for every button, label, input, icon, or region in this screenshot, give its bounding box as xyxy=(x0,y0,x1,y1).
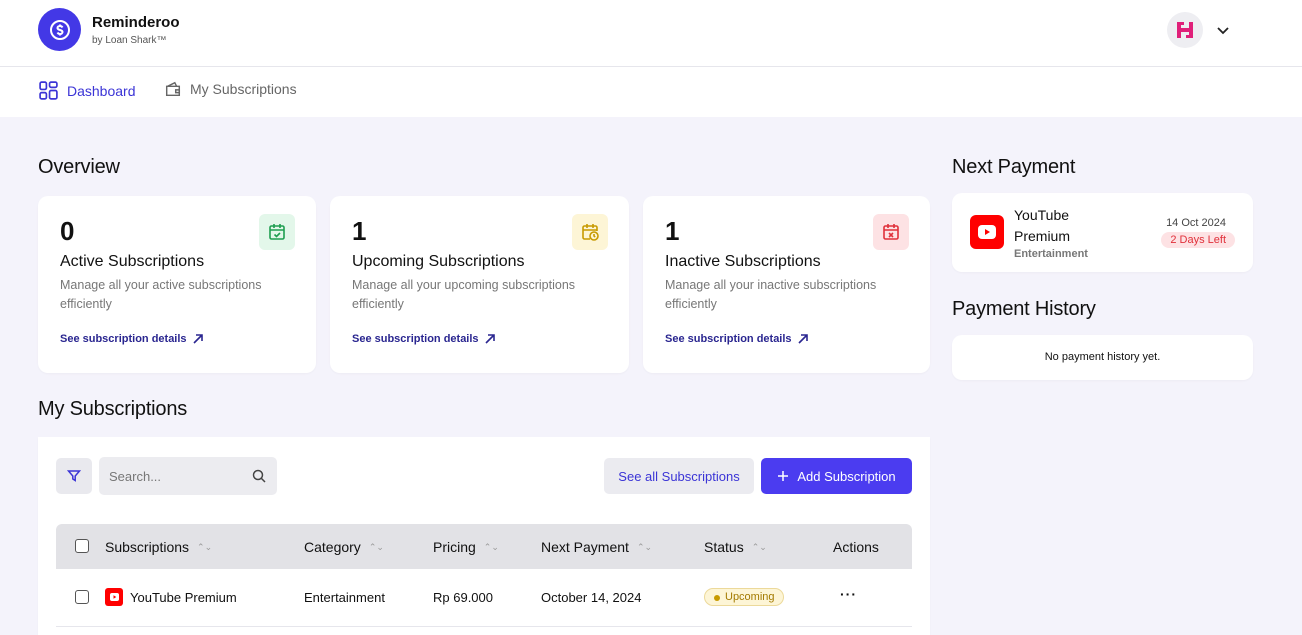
overview-card-active: 0 Active Subscriptions Manage all your a… xyxy=(38,196,316,373)
see-all-label: See all Subscriptions xyxy=(618,468,740,484)
column-header-next-payment[interactable]: Next Payment ⌃⌄ xyxy=(541,539,652,555)
next-payment-name: YouTube Premium xyxy=(1014,205,1070,247)
app-logo-icon[interactable] xyxy=(38,8,81,51)
overview-title: Overview xyxy=(38,156,120,178)
upcoming-details-link-label: See subscription details xyxy=(352,333,479,345)
inactive-count: 1 xyxy=(665,216,680,246)
app-name: Reminderoo xyxy=(92,14,180,31)
inactive-title: Inactive Subscriptions xyxy=(665,253,821,270)
next-payment-date: 14 Oct 2024 xyxy=(1166,217,1226,229)
active-count: 0 xyxy=(60,216,75,246)
cell-pricing: Rp 69.000 xyxy=(433,590,493,605)
youtube-icon xyxy=(970,215,1004,249)
next-payment-name-line1: YouTube xyxy=(1014,207,1070,223)
app-tagline: by Loan Shark™ xyxy=(92,35,167,46)
youtube-icon xyxy=(105,588,123,606)
sort-icon: ⌃⌄ xyxy=(751,541,767,552)
table-header: Subscriptions ⌃⌄ Category ⌃⌄ Pricing ⌃⌄ Nex… xyxy=(56,524,912,569)
active-title: Active Subscriptions xyxy=(60,253,205,270)
upcoming-details-link[interactable]: See subscription details xyxy=(352,333,496,345)
active-details-link-label: See subscription details xyxy=(60,333,187,345)
search-icon[interactable] xyxy=(252,469,266,483)
cell-next-payment: October 14, 2024 xyxy=(541,590,642,605)
add-subscription-label: Add Subscription xyxy=(797,468,896,484)
dashboard-grid-icon xyxy=(39,81,58,100)
calendar-clock-icon xyxy=(572,214,608,250)
my-subscriptions-title: My Subscriptions xyxy=(38,398,188,420)
row-actions-more-icon[interactable]: ··· xyxy=(840,586,857,602)
see-all-subscriptions-button[interactable]: See all Subscriptions xyxy=(604,458,754,494)
status-badge: Upcoming xyxy=(704,588,784,606)
calendar-x-icon xyxy=(873,214,909,250)
add-subscription-button[interactable]: Add Subscription xyxy=(761,458,912,494)
days-left-badge: 2 Days Left xyxy=(1161,232,1235,248)
nav-label-my-subscriptions: My Subscriptions xyxy=(190,81,297,97)
user-avatar-icon xyxy=(1177,22,1193,38)
nav-label-dashboard: Dashboard xyxy=(67,82,136,99)
inactive-desc: Manage all your inactive subscriptions e… xyxy=(665,278,877,311)
active-details-link[interactable]: See subscription details xyxy=(60,333,204,345)
arrow-up-right-icon xyxy=(484,334,495,344)
column-header-category[interactable]: Category ⌃⌄ xyxy=(304,539,384,555)
next-payment-title: Next Payment xyxy=(952,156,1076,178)
avatar[interactable] xyxy=(1167,12,1203,48)
column-header-subscriptions[interactable]: Subscriptions ⌃⌄ xyxy=(105,539,212,555)
payment-history-title: Payment History xyxy=(952,298,1096,320)
row-checkbox[interactable] xyxy=(75,590,89,604)
column-label-pricing: Pricing xyxy=(433,539,476,555)
cell-subscription-name: YouTube Premium xyxy=(130,590,237,605)
top-bar: Reminderoo by Loan Shark™ xyxy=(0,0,1302,67)
column-label-status: Status xyxy=(704,539,744,555)
upcoming-count: 1 xyxy=(352,216,367,246)
chevron-down-icon[interactable] xyxy=(1215,22,1231,38)
payment-history-card: No payment history yet. xyxy=(952,335,1253,380)
inactive-details-link[interactable]: See subscription details xyxy=(665,333,809,345)
upcoming-title: Upcoming Subscriptions xyxy=(352,253,525,270)
sort-icon: ⌃⌄ xyxy=(636,541,653,552)
sort-icon: ⌃⌄ xyxy=(368,541,384,552)
column-header-status[interactable]: Status ⌃⌄ xyxy=(704,539,767,555)
active-desc: Manage all your active subscriptions eff… xyxy=(60,278,262,311)
upcoming-desc: Manage all your upcoming subscriptions e… xyxy=(352,278,576,311)
overview-card-upcoming: 1 Upcoming Subscriptions Manage all your… xyxy=(330,196,629,373)
cell-category: Entertainment xyxy=(304,590,385,605)
column-label-next-payment: Next Payment xyxy=(541,539,629,555)
next-payment-category: Entertainment xyxy=(1014,248,1088,260)
arrow-up-right-icon xyxy=(797,334,808,344)
column-label-category: Category xyxy=(304,539,361,555)
sort-icon: ⌃⌄ xyxy=(197,541,213,552)
payment-history-empty: No payment history yet. xyxy=(1044,351,1161,363)
column-label-subscriptions: Subscriptions xyxy=(105,539,190,555)
nav-item-my-subscriptions[interactable]: My Subscriptions xyxy=(164,80,297,98)
column-label-actions: Actions xyxy=(833,539,879,555)
overview-card-inactive: 1 Inactive Subscriptions Manage all your… xyxy=(643,196,930,373)
filter-button[interactable] xyxy=(56,458,92,494)
arrow-up-right-icon xyxy=(192,334,203,344)
filter-icon xyxy=(67,470,81,482)
column-header-pricing[interactable]: Pricing ⌃⌄ xyxy=(433,539,499,555)
next-payment-card[interactable]: YouTube Premium Entertainment 14 Oct 202… xyxy=(952,193,1253,272)
nav-bar: Dashboard My Subscriptions xyxy=(0,67,1302,117)
column-header-actions: Actions xyxy=(833,539,879,555)
plus-icon xyxy=(778,471,789,481)
wallet-icon xyxy=(165,81,181,97)
inactive-details-link-label: See subscription details xyxy=(665,333,792,345)
select-all-checkbox[interactable] xyxy=(75,539,89,553)
sort-icon: ⌃⌄ xyxy=(483,541,499,552)
nav-item-dashboard[interactable]: Dashboard xyxy=(38,80,136,101)
table-row[interactable]: YouTube Premium Entertainment Rp 69.000 … xyxy=(56,569,912,627)
calendar-check-icon xyxy=(259,214,295,250)
next-payment-name-line2: Premium xyxy=(1014,228,1071,244)
search-input[interactable] xyxy=(99,457,277,495)
